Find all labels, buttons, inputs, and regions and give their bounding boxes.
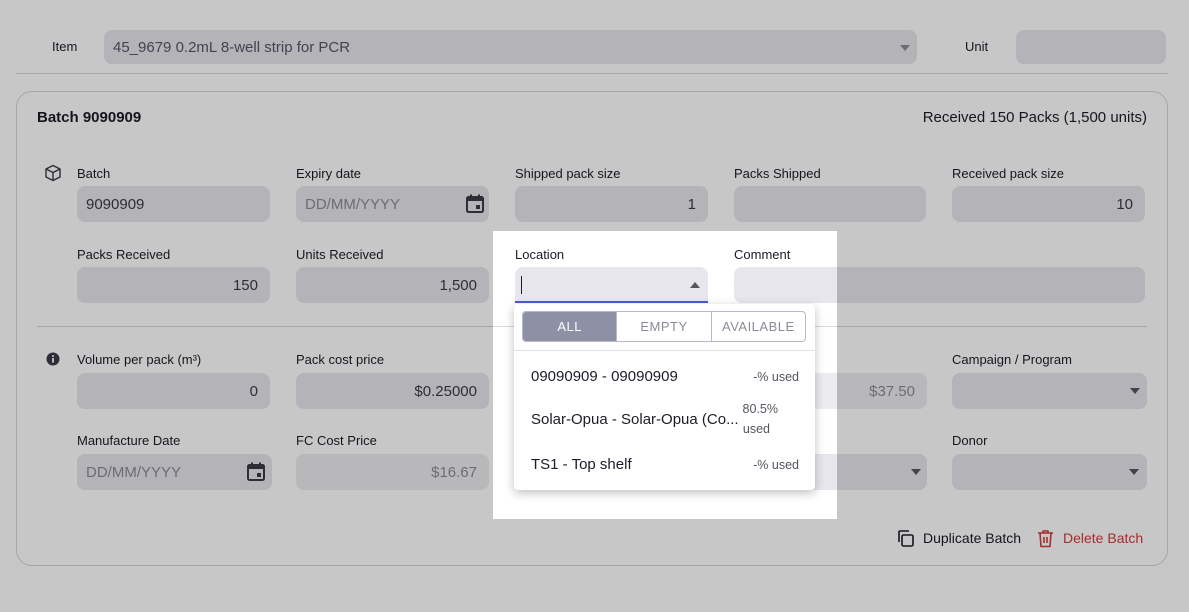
units-received-label: Units Received [296,247,384,262]
received-pack-size-label: Received pack size [952,166,1064,181]
packs-shipped-label: Packs Shipped [734,166,821,181]
shipped-pack-size-input[interactable]: 1 [515,186,708,222]
received-summary: Received 150 Packs (1,500 units) [922,109,1147,126]
item-label: Item [52,39,78,54]
pack-cost-price-label: Pack cost price [296,352,385,367]
popup-divider [514,350,815,351]
location-input[interactable] [515,267,708,303]
unit-label: Unit [965,39,989,54]
location-option[interactable]: TS1 - Top shelf -% used [514,444,815,484]
manufacture-date-input[interactable]: DD/MM/YYYY [77,454,272,490]
campaign-chevron-down-icon[interactable] [1130,388,1140,394]
location-chevron-up-icon[interactable] [690,282,700,288]
comment-label: Comment [734,247,791,262]
expiry-date-label: Expiry date [296,166,362,181]
calendar-icon[interactable] [466,194,484,213]
campaign-program-label: Campaign / Program [952,352,1072,367]
duplicate-icon [898,529,914,547]
location-filter-tabs: ALL EMPTY AVAILABLE [522,311,806,342]
units-received-input[interactable]: 1,500 [296,267,489,303]
donor-select[interactable] [952,454,1147,490]
info-icon [46,352,60,366]
pack-cost-price-input[interactable]: $0.25000 [296,373,489,409]
top-divider [16,73,1168,74]
unit-field[interactable] [1016,30,1166,64]
item-select[interactable]: 45_9679 0.2mL 8-well strip for PCR [104,30,917,64]
packs-received-input[interactable]: 150 [77,267,270,303]
volume-per-pack-label: Volume per pack (m³) [77,352,202,367]
package-icon [45,164,61,182]
tab-all[interactable]: ALL [523,312,618,341]
tab-available[interactable]: AVAILABLE [712,312,805,341]
trash-icon [1038,529,1053,547]
manufacture-date-label: Manufacture Date [77,433,181,448]
item-value: 45_9679 0.2mL 8-well strip for PCR [113,38,351,56]
duplicate-batch-button[interactable]: Duplicate Batch [896,527,1021,549]
calendar-icon[interactable] [247,462,265,481]
received-pack-size-input[interactable]: 10 [952,186,1145,222]
donor-label: Donor [952,433,988,448]
batch-label: Batch [77,166,111,181]
donor-chevron-down-icon[interactable] [1129,469,1139,475]
batch-title: Batch 9090909 [37,109,142,126]
delete-batch-button[interactable]: Delete Batch [1037,527,1143,549]
batch-input[interactable]: 9090909 [77,186,270,222]
location-option[interactable]: Solar-Opua - Solar-Opua (Co... 80.5% use… [514,396,815,444]
packs-received-label: Packs Received [77,247,171,262]
campaign-program-select[interactable] [952,373,1147,409]
fc-cost-price-field: $16.67 [296,454,489,490]
volume-per-pack-input[interactable]: 0 [77,373,270,409]
comment-input[interactable] [734,267,1145,303]
packs-shipped-input[interactable] [734,186,926,222]
location-option[interactable]: 09090909 - 09090909 -% used [514,356,815,396]
location-dropdown: ALL EMPTY AVAILABLE 09090909 - 09090909 … [514,304,815,490]
location-label: Location [515,247,565,262]
expiry-date-input[interactable]: DD/MM/YYYY [296,186,489,222]
item-chevron-down-icon [900,45,910,51]
tab-empty[interactable]: EMPTY [617,312,712,341]
chevron-down-icon[interactable] [911,469,921,475]
fc-cost-price-label: FC Cost Price [296,433,377,448]
text-cursor [521,276,522,294]
shipped-pack-size-label: Shipped pack size [515,166,621,181]
